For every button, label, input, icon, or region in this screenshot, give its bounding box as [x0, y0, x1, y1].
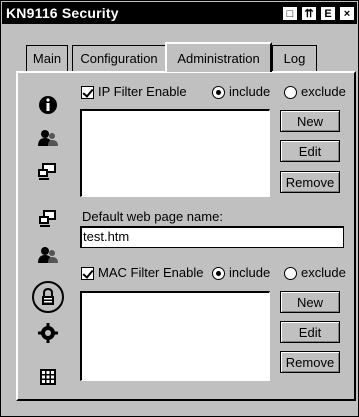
close-icon[interactable]: ×	[339, 6, 355, 21]
mac-filter-checkbox[interactable]	[81, 267, 94, 280]
restore-icon[interactable]: □	[282, 6, 298, 21]
ip-exclude-radio[interactable]	[284, 86, 297, 99]
mac-filter-label: MAC Filter Enable	[98, 265, 204, 280]
title-bar: KN9116 Security □ ⇈ E ×	[2, 2, 357, 24]
computer-icon[interactable]	[36, 159, 60, 183]
mac-edit-button[interactable]: Edit	[280, 321, 340, 343]
mac-include-label: include	[229, 265, 271, 280]
mac-new-button[interactable]: New	[280, 291, 340, 313]
gear-icon[interactable]	[36, 321, 60, 345]
mac-include-radio[interactable]	[212, 267, 225, 280]
ip-filter-list[interactable]	[80, 109, 270, 197]
ip-edit-button[interactable]: Edit	[280, 140, 340, 162]
administration-panel: IP Filter Enable include exclude New Edi…	[16, 71, 356, 401]
user-group-icon[interactable]	[36, 243, 60, 267]
pin-icon[interactable]: ⇈	[301, 6, 317, 21]
app-window: KN9116 Security □ ⇈ E × Main Configurati…	[0, 0, 359, 417]
window-title: KN9116 Security	[6, 5, 119, 21]
keypad-icon[interactable]	[36, 365, 60, 389]
tab-administration[interactable]: Administration	[165, 42, 272, 72]
ip-include-label: include	[229, 84, 271, 99]
network-icon[interactable]	[36, 206, 60, 230]
ip-filter-label: IP Filter Enable	[98, 84, 187, 99]
default-page-label: Default web page name:	[82, 209, 223, 224]
tab-configuration[interactable]: Configuration	[72, 45, 166, 71]
default-page-input[interactable]: test.htm	[80, 226, 344, 248]
mac-exclude-label: exclude	[301, 265, 346, 280]
ip-remove-button[interactable]: Remove	[280, 171, 340, 193]
mac-filter-list[interactable]	[80, 291, 270, 381]
tab-main[interactable]: Main	[26, 45, 68, 71]
users-icon[interactable]	[36, 126, 60, 150]
ip-include-radio[interactable]	[212, 86, 225, 99]
tab-log[interactable]: Log	[272, 45, 317, 71]
ip-new-button[interactable]: New	[280, 110, 340, 132]
mac-remove-button[interactable]: Remove	[280, 351, 340, 373]
ip-filter-checkbox[interactable]	[81, 86, 94, 99]
exit-icon[interactable]: E	[320, 6, 336, 21]
mac-exclude-radio[interactable]	[284, 267, 297, 280]
lock-icon[interactable]	[32, 281, 64, 313]
ip-exclude-label: exclude	[301, 84, 346, 99]
info-icon[interactable]	[36, 93, 60, 117]
